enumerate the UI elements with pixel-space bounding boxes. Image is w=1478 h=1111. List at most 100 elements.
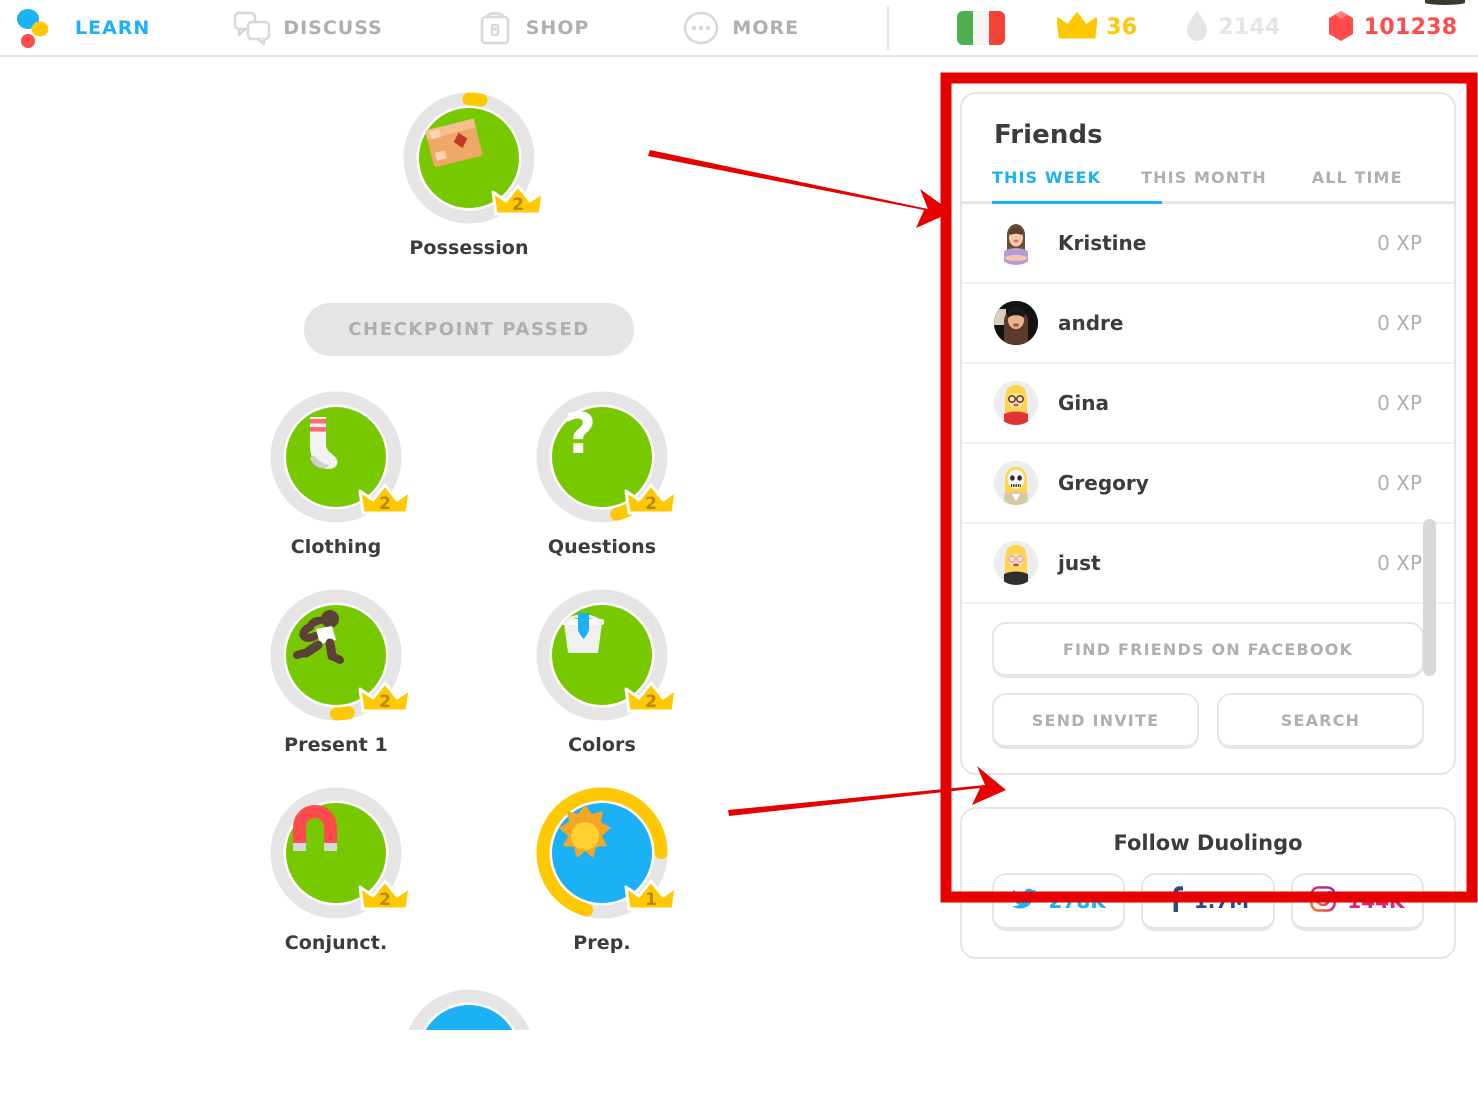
skill-label: Questions [547,536,657,558]
tab-this-month[interactable]: THIS MONTH [1141,168,1267,201]
skill-row: 2 Conjunct. 1 Prep. [263,786,678,954]
nav-item-discuss[interactable]: DISCUSS [232,0,382,55]
skill-ring: 2 [535,588,678,722]
crown-level: 2 [379,692,391,712]
facebook-follow-button[interactable]: 1.7M [1141,873,1275,931]
checkpoint-passed-button[interactable]: CHECKPOINT PASSED [304,303,634,356]
friend-name: andre [1058,311,1124,335]
skill-label: Possession [409,237,529,259]
instagram-icon [1310,885,1336,917]
shop-bag-icon [475,8,515,48]
nav-item-learn[interactable]: LEARN [0,0,150,55]
gem-value: 101238 [1363,15,1458,40]
skill-label: Present 1 [284,734,388,756]
skill-row: 2 Present 1 2 Colors [263,588,678,756]
crown-icon [1056,11,1098,45]
top-navigation-bar: LEARN DISCUSS SHOP MORE 36 2144 101238 [0,0,1478,57]
crown-level: 2 [379,890,391,910]
friend-row-andre[interactable]: andre 0 XP [962,284,1454,364]
italian-flag-icon [957,10,1006,45]
crown-level: 1 [645,890,657,910]
send-invite-button[interactable]: SEND INVITE [992,693,1199,749]
crown-badge: 2 [624,479,678,521]
friend-row-just[interactable]: just 0 XP [962,524,1454,604]
nav-label-learn: LEARN [75,16,151,39]
friends-panel: Friends THIS WEEK THIS MONTH ALL TIME Kr… [960,92,1456,775]
skill-label: Clothing [290,536,382,558]
language-flag-button[interactable] [957,10,1006,45]
skill-ring: 2 [402,91,545,225]
skill-partial-next[interactable] [402,988,536,1111]
avatar-just [994,541,1038,585]
tab-this-week[interactable]: THIS WEEK [992,168,1101,201]
skill-tree: 2 Possession CHECKPOINT PASSED 2 Clothin… [0,57,938,1111]
friends-tabs: THIS WEEK THIS MONTH ALL TIME [962,168,1454,201]
friend-row-kristine[interactable]: Kristine 0 XP [962,204,1454,284]
nav-label-more: MORE [732,16,800,39]
skill-possession[interactable]: 2 Possession [396,91,545,259]
friends-secondary-actions: SEND INVITE SEARCH [992,693,1424,749]
crown-badge: 1 [624,875,678,917]
right-sidebar: Friends THIS WEEK THIS MONTH ALL TIME Kr… [938,57,1478,1111]
skill-ring: 2 [269,390,412,524]
friend-name: just [1058,551,1101,575]
tab-all-time[interactable]: ALL TIME [1312,168,1403,201]
crown-badge: 2 [358,677,412,719]
crown-badge: 2 [358,479,412,521]
friends-list: Kristine 0 XP andre 0 XP Gina 0 XP Grego… [962,204,1454,676]
twitter-icon [1011,888,1038,915]
skill-prepositions[interactable]: 1 Prep. [529,786,678,954]
avatar-andre [994,301,1038,345]
facebook-icon [1167,885,1183,917]
crown-level: 2 [379,494,391,514]
friend-name: Gina [1058,391,1110,415]
skill-conjunctions[interactable]: 2 Conjunct. [263,786,412,954]
gem-icon [1327,10,1355,46]
skill-ring: ? 2 [535,390,678,524]
svg-text:?: ? [564,407,596,467]
crown-badge: 2 [624,677,678,719]
screen-edge-artifact [1425,0,1465,5]
skill-colors[interactable]: 2 Colors [529,588,678,756]
avatar-kristine [994,221,1038,265]
skill-ring: 2 [269,588,412,722]
duolingo-learn-page: LEARN DISCUSS SHOP MORE 36 2144 101238 2… [0,0,1478,1111]
skill-row: 2 Possession [396,91,545,259]
skill-label: Colors [568,734,636,756]
friend-xp: 0 XP [1377,231,1422,255]
crown-counter[interactable]: 36 [1056,11,1137,45]
stats-group: 36 2144 101238 [957,10,1457,46]
nav-label-discuss: DISCUSS [283,16,383,39]
twitter-follow-button[interactable]: 278K [992,873,1126,931]
friend-name: Kristine [1058,231,1147,255]
friend-xp: 0 XP [1377,311,1422,335]
search-button[interactable]: SEARCH [1217,693,1424,749]
nav-divider [887,5,890,50]
crown-level: 2 [645,692,657,712]
friends-actions: FIND FRIENDS ON FACEBOOK SEND INVITE SEA… [962,604,1454,763]
ellipsis-circle-icon [681,8,721,48]
skill-clothing[interactable]: 2 Clothing [263,390,412,558]
find-friends-on-facebook-button[interactable]: FIND FRIENDS ON FACEBOOK [992,622,1424,678]
crown-level: 2 [512,195,524,215]
friend-xp: 0 XP [1377,471,1422,495]
speech-bubbles-icon [232,8,272,48]
skill-present-1[interactable]: 2 Present 1 [263,588,412,756]
skill-label: Prep. [573,932,631,954]
social-links: 278K 1.7M 144K [992,873,1424,931]
skill-questions[interactable]: ? 2 Questions [529,390,678,558]
nav-item-more[interactable]: MORE [681,0,799,55]
nav-item-shop[interactable]: SHOP [475,0,590,55]
follow-title: Follow Duolingo [1113,831,1303,855]
friend-xp: 0 XP [1377,391,1422,415]
crown-badge: 2 [358,875,412,917]
friend-row-gina[interactable]: Gina 0 XP [962,364,1454,444]
crown-level: 2 [645,494,657,514]
streak-counter[interactable]: 2144 [1185,10,1280,46]
instagram-follow-button[interactable]: 144K [1290,873,1424,931]
streak-value: 2144 [1218,15,1281,40]
friend-row-gregory[interactable]: Gregory 0 XP [962,444,1454,524]
gem-counter[interactable]: 101238 [1327,10,1458,46]
friends-list-scrollbar[interactable] [1423,519,1436,676]
skill-label: Conjunct. [284,932,388,954]
